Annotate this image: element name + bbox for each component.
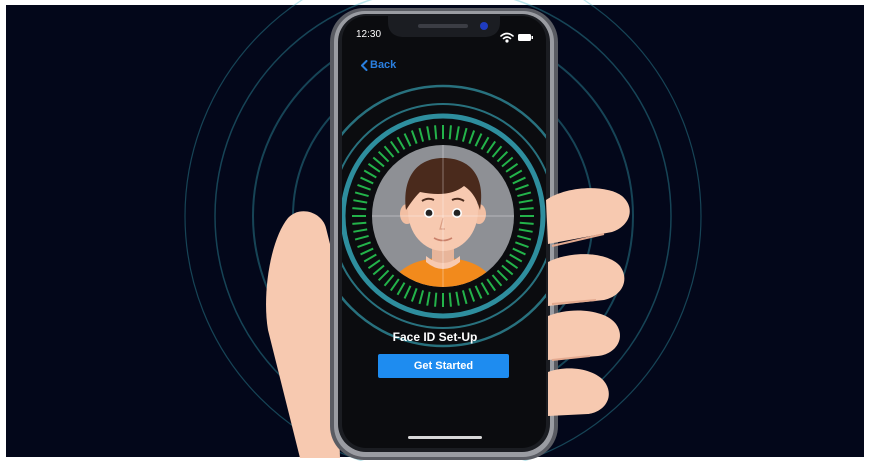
chevron-left-icon bbox=[361, 59, 368, 71]
tick-mark bbox=[352, 221, 367, 225]
tick-mark bbox=[434, 125, 438, 140]
status-time: 12:30 bbox=[356, 29, 382, 40]
faceid-setup-title: Face ID Set-Up bbox=[392, 330, 478, 344]
front-camera-icon bbox=[480, 22, 488, 30]
get-started-button[interactable]: Get Started bbox=[378, 354, 509, 378]
tick-mark bbox=[519, 221, 534, 225]
tick-mark bbox=[448, 292, 452, 307]
battery-icon bbox=[518, 34, 533, 41]
tick-mark bbox=[519, 207, 534, 211]
tick-mark bbox=[448, 125, 452, 140]
back-label: Back bbox=[370, 59, 397, 71]
scene: 12:30 Back Face ID Set-Up Get Started bbox=[0, 0, 870, 466]
back-button[interactable]: Back bbox=[360, 59, 396, 71]
home-indicator bbox=[408, 436, 482, 439]
speaker-icon bbox=[418, 24, 468, 28]
scene-illustration bbox=[0, 0, 870, 466]
tick-mark bbox=[352, 207, 367, 211]
tick-mark bbox=[434, 292, 438, 307]
